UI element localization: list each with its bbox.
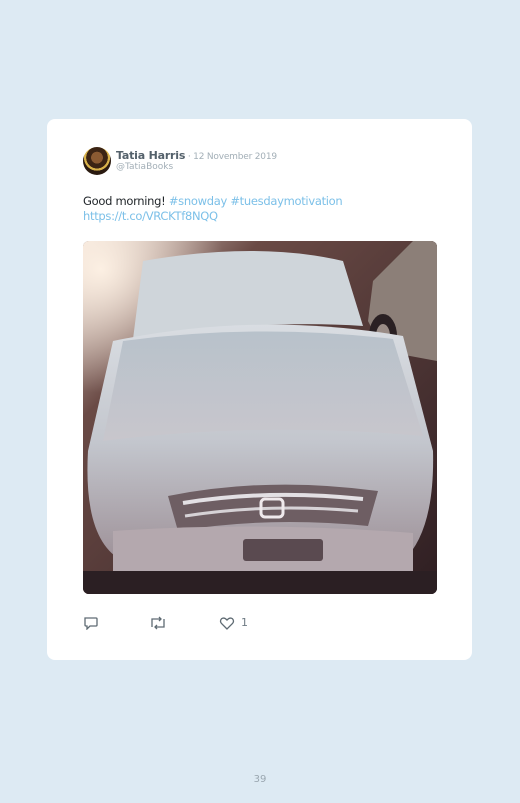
tweet-text-plain: Good morning! [83,194,169,208]
tweet-date[interactable]: 12 November 2019 [193,152,277,162]
tweet-card: Tatia Harris · 12 November 2019 @TatiaBo… [47,119,472,660]
retweet-icon[interactable] [149,616,167,630]
tweet-actions: 1 [83,616,283,632]
hashtag-tuesdaymotivation[interactable]: #tuesdaymotivation [230,194,342,208]
author-line: Tatia Harris · 12 November 2019 [116,149,277,162]
heart-icon[interactable] [219,616,235,630]
avatar[interactable] [83,147,111,175]
hashtag-snowday[interactable]: #snowday [169,194,227,208]
page-number: 39 [253,774,267,785]
reply-icon[interactable] [83,616,99,630]
author-name[interactable]: Tatia Harris [116,149,185,162]
like-count: 1 [241,616,248,629]
tweet-text: Good morning! #snowday #tuesdaymotivatio… [83,194,443,224]
author-handle[interactable]: @TatiaBooks [116,162,173,172]
tweet-link[interactable]: https://t.co/VRCKTf8NQQ [83,209,218,223]
snow-car-image [83,241,437,594]
tweet-photo[interactable] [83,241,437,594]
separator: · [185,152,194,162]
